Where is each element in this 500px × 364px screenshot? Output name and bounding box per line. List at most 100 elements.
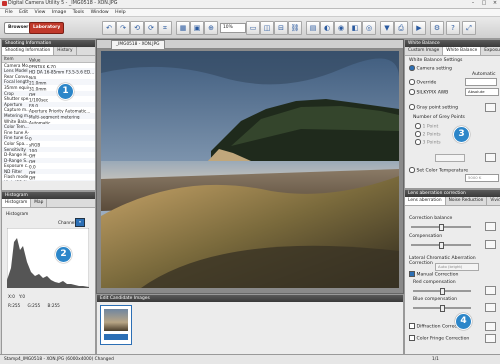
eyedropper-2-icon[interactable] [485,153,496,162]
channel-label: Channel [58,221,76,226]
three-points-radio[interactable] [415,139,421,145]
readout-g: G:255 [27,303,41,308]
one-point-label: 1 Point [422,124,439,130]
expand-icon[interactable]: ⤢ [462,21,476,35]
undo-icon[interactable]: ↶ [102,21,116,35]
gray-point-select[interactable] [435,154,465,162]
blue-compensation-reset[interactable] [485,303,496,312]
menu-tools[interactable]: Tools [73,9,84,16]
set-color-temp-radio[interactable] [409,167,415,173]
menu-window[interactable]: Window [91,9,109,16]
override-select[interactable] [465,78,497,86]
minimize-button[interactable]: – [468,0,478,7]
camera-setting-radio[interactable] [409,65,415,71]
one-point-radio[interactable] [415,123,421,129]
close-button[interactable]: × [490,0,500,7]
row-value: Automatic [29,120,51,125]
correction-balance-knob[interactable] [439,224,444,231]
manual-correction-label: Manual Correction [416,272,459,278]
filmstrip-thumbnail[interactable] [100,305,132,345]
filmstrip-panel: Edit Candidate Images [96,294,404,355]
menu-view[interactable]: View [35,9,46,16]
redo-icon[interactable]: ↷ [116,21,130,35]
histogram-icon[interactable]: ▤ [306,21,320,35]
silkypix-awb-radio[interactable] [409,89,415,95]
lens-correction-panel: Lens aberration correction Lens aberrati… [404,189,500,355]
compensation-knob[interactable] [439,242,444,249]
window-title: Digital Camera Utility 5 - _IMG0518 - XO… [8,1,118,6]
lateral-chrom-select[interactable]: Auto (bright) [435,263,479,271]
settings-icon[interactable]: ⚙ [430,21,444,35]
table-row[interactable]: High ISO N...Auto [2,180,95,181]
tab-noise-reduction[interactable]: Noise Reduction [446,197,488,205]
blue-compensation-knob[interactable] [440,305,445,312]
histogram-chart [7,228,89,288]
override-radio[interactable] [409,79,415,85]
next-icon[interactable]: ▶ [412,21,426,35]
save-icon[interactable]: ▼ [380,21,394,35]
diffraction-settings-icon[interactable] [485,322,496,331]
image-tab[interactable]: _IMG0518 - XON.JPG [111,40,165,49]
zoom-select[interactable]: 10% [220,23,246,33]
tab-history[interactable]: History [54,47,77,55]
readout-b: B:255 [47,303,60,308]
diffraction-checkbox[interactable] [409,323,415,329]
menu-edit[interactable]: Edit [19,9,28,16]
image-tab-bar: _IMG0518 - XON.JPG [97,40,403,49]
compare-view-icon[interactable]: ◫ [260,21,274,35]
color-fringe-checkbox[interactable] [409,335,415,341]
rotate-right-icon[interactable]: ⟳ [144,21,158,35]
row-value: 31.0mm [29,86,47,91]
column-item[interactable]: Item [2,56,29,62]
highlight-warning-icon[interactable]: ◐ [320,21,334,35]
image-viewer[interactable]: _IMG0518 - XON.JPG [96,39,404,294]
help-icon[interactable]: ? [446,21,460,35]
split-view-icon[interactable]: ⊟ [274,21,288,35]
red-compensation-reset[interactable] [485,286,496,295]
red-compensation-knob[interactable] [440,288,445,295]
compare-icon[interactable]: ◧ [348,21,362,35]
zoom-icon[interactable]: ⊕ [204,21,218,35]
red-compensation-label: Red compensation [413,280,456,285]
tab-exposure-tone[interactable]: Exposure/Tone [481,47,500,55]
two-points-radio[interactable] [415,131,421,137]
title-bar: Digital Camera Utility 5 - _IMG0518 - XO… [0,0,500,9]
fit-view-icon[interactable]: ▣ [190,21,204,35]
tab-custom-image[interactable]: Custom Image [405,47,444,55]
color-fringe-settings-icon[interactable] [485,334,496,343]
histogram-header: Histogram [2,192,95,199]
single-view-icon[interactable]: ▭ [246,21,260,35]
histogram-label: Histogram [6,212,29,217]
readout-y: Y:0 [18,294,26,299]
manual-correction-checkbox[interactable] [409,271,415,277]
preview-icon[interactable]: ◉ [334,21,348,35]
callout-badge-3: 3 [453,126,470,143]
link-icon[interactable]: ⛓ [288,21,302,35]
print-icon[interactable]: ⎙ [394,21,408,35]
shooting-info-tabs: Shooting Information History [2,47,95,56]
channel-select[interactable]: ▾ [75,218,85,227]
tab-white-balance[interactable]: White Balance [443,47,482,55]
crop-icon[interactable]: ⌗ [158,21,172,35]
lens-correction-header: Lens aberration correction [405,190,500,197]
tab-map[interactable]: Map [31,199,48,207]
menu-file[interactable]: File [5,9,13,16]
laboratory-mode-button[interactable]: Laboratory [29,22,65,34]
white-balance-header: White Balance [405,40,500,47]
tab-vividity-shift[interactable]: Vividity/Shift [487,197,500,205]
compensation-reset[interactable] [485,240,496,249]
absolute-select[interactable]: Absolute [465,88,499,96]
menu-image[interactable]: Image [52,9,66,16]
tab-lens-aberration[interactable]: Lens aberration [405,197,446,205]
tab-shooting-information[interactable]: Shooting Information [2,47,55,55]
maximize-button[interactable]: □ [479,0,489,7]
correction-balance-reset[interactable] [485,222,496,231]
grid-view-icon[interactable]: ▦ [176,21,190,35]
adjust-icon[interactable]: ◎ [362,21,376,35]
gray-point-radio[interactable] [409,104,415,110]
menu-help[interactable]: Help [115,9,125,16]
color-temp-input[interactable]: 5000 K [465,174,499,182]
eyedropper-icon[interactable] [485,103,496,112]
tab-histogram[interactable]: Histogram [2,199,32,207]
rotate-left-icon[interactable]: ⟲ [130,21,144,35]
